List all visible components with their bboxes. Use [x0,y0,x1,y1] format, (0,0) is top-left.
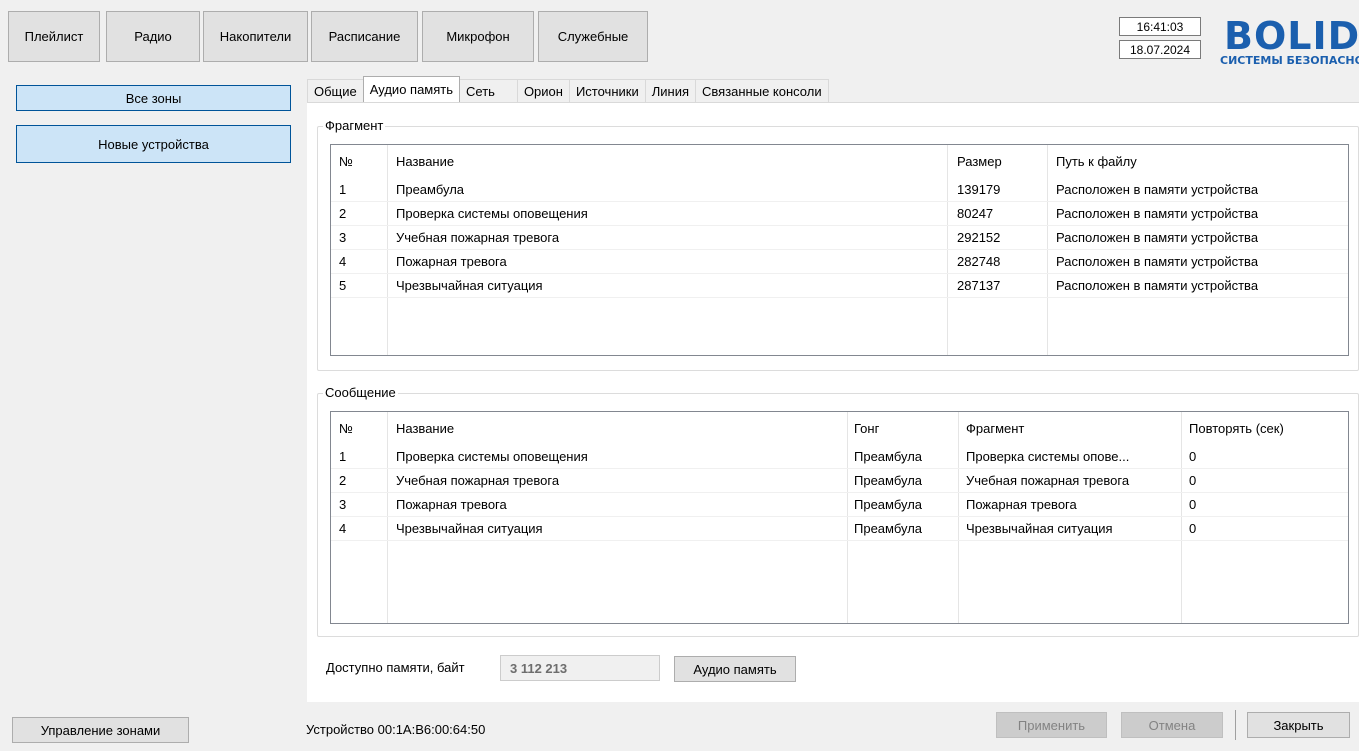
service-button[interactable]: Служебные [538,11,648,62]
close-button[interactable]: Закрыть [1247,712,1350,738]
device-status: Устройство 00:1A:B6:00:64:50 [306,722,486,737]
schedule-button[interactable]: Расписание [311,11,418,62]
tab-sources[interactable]: Источники [568,79,646,103]
table-row[interactable]: 2 Учебная пожарная тревога Преамбула Уче… [331,469,1348,493]
fragment-col-name[interactable]: Название [396,154,454,169]
memory-label: Доступно памяти, байт [326,660,465,675]
table-row[interactable]: 3 Пожарная тревога Преамбула Пожарная тр… [331,493,1348,517]
table-row[interactable]: 3 Учебная пожарная тревога 292152 Распол… [331,226,1348,250]
apply-button[interactable]: Применить [996,712,1107,738]
fragment-col-size[interactable]: Размер [957,154,1002,169]
message-col-repeat[interactable]: Повторять (сек) [1189,421,1284,436]
footer-separator [1235,710,1236,740]
tab-orion[interactable]: Орион [516,79,570,103]
storage-button[interactable]: Накопители [203,11,308,62]
clock-time: 16:41:03 [1119,17,1201,36]
audio-memory-panel: Фрагмент № Название Размер Путь к файлу … [307,102,1359,702]
table-row[interactable]: 4 Пожарная тревога 282748 Расположен в п… [331,250,1348,274]
fragment-col-path[interactable]: Путь к файлу [1056,154,1137,169]
fragment-group-title: Фрагмент [323,118,386,133]
message-group-title: Сообщение [323,385,398,400]
fragment-table[interactable]: № Название Размер Путь к файлу 1 Преамбу… [330,144,1349,356]
message-col-number[interactable]: № [339,421,353,436]
new-devices-button[interactable]: Новые устройства [16,125,291,163]
playlist-button[interactable]: Плейлист [8,11,100,62]
fragment-group: Фрагмент № Название Размер Путь к файлу … [317,118,1359,371]
table-row[interactable]: 4 Чрезвычайная ситуация Преамбула Чрезвы… [331,517,1348,541]
audio-memory-button[interactable]: Аудио память [674,656,796,682]
table-row[interactable]: 5 Чрезвычайная ситуация 287137 Расположе… [331,274,1348,298]
tab-network[interactable]: Сеть [459,79,518,103]
microphone-button[interactable]: Микрофон [422,11,534,62]
table-row[interactable]: 1 Проверка системы оповещения Преамбула … [331,445,1348,469]
message-col-fragment[interactable]: Фрагмент [966,421,1024,436]
tab-linked-consoles[interactable]: Связанные консоли [695,79,829,103]
table-row[interactable]: 1 Преамбула 139179 Расположен в памяти у… [331,178,1348,202]
tab-strip: Общие Аудио память Сеть Орион Источники … [307,76,829,103]
bolid-logo-subtitle: СИСТЕМЫ БЕЗОПАСНОСТИ [1220,54,1359,67]
message-group: Сообщение № Название Гонг Фрагмент Повто… [317,385,1359,637]
table-row[interactable]: 2 Проверка системы оповещения 80247 Расп… [331,202,1348,226]
tab-audio-memory[interactable]: Аудио память [362,76,461,102]
cancel-button[interactable]: Отмена [1121,712,1223,738]
tab-line[interactable]: Линия [644,79,696,103]
message-table[interactable]: № Название Гонг Фрагмент Повторять (сек)… [330,411,1349,624]
memory-value-field: 3 112 213 [500,655,660,681]
fragment-col-number[interactable]: № [339,154,353,169]
zone-management-button[interactable]: Управление зонами [12,717,189,743]
message-col-gong[interactable]: Гонг [854,421,879,436]
message-col-name[interactable]: Название [396,421,454,436]
all-zones-button[interactable]: Все зоны [16,85,291,111]
bolid-logo: BOLID [1224,14,1359,58]
radio-button[interactable]: Радио [106,11,200,62]
tab-general[interactable]: Общие [307,79,364,103]
clock-date: 18.07.2024 [1119,40,1201,59]
